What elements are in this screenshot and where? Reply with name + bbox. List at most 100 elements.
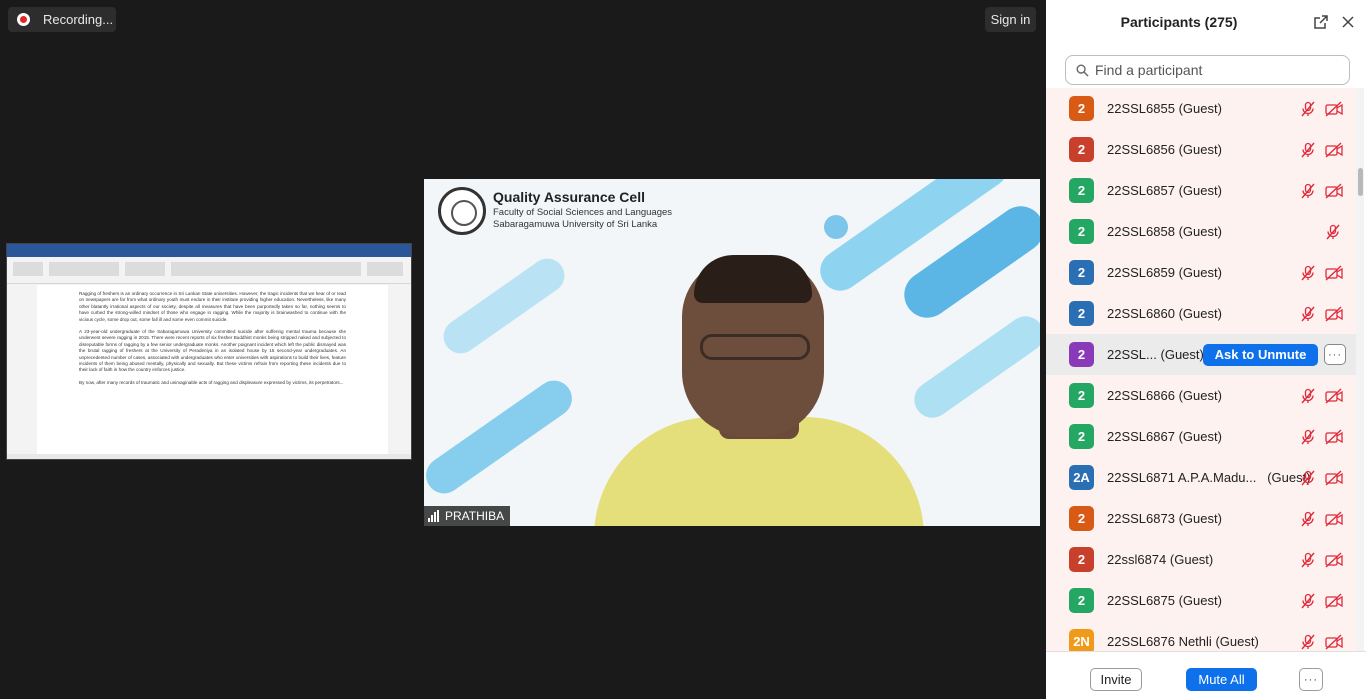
- participant-name-text: 22ssl6874: [1107, 552, 1167, 567]
- participant-name-text: 22SSL6858: [1107, 224, 1175, 239]
- participant-name: 22SSL6860 (Guest): [1107, 306, 1222, 321]
- participant-avatar: 2: [1069, 260, 1094, 285]
- record-icon: [17, 13, 30, 26]
- participant-name: 22SSL6873 (Guest): [1107, 511, 1222, 526]
- shared-screen-thumbnail[interactable]: Ragging of freshers is an ordinary occur…: [6, 243, 412, 460]
- panel-footer: Invite Mute All ···: [1046, 651, 1366, 699]
- participant-name-text: 22SSL...: [1107, 347, 1157, 362]
- participant-name: 22SSL6875 (Guest): [1107, 593, 1222, 608]
- participant-avatar: 2: [1069, 424, 1094, 449]
- participant-name-text: 22SSL6873: [1107, 511, 1175, 526]
- participant-avatar: 2: [1069, 342, 1094, 367]
- search-icon: [1076, 64, 1089, 77]
- more-options-button[interactable]: ···: [1299, 668, 1323, 691]
- muted-mic-icon: [1325, 224, 1341, 240]
- participant-row[interactable]: 2 22SSL6857 (Guest): [1046, 170, 1356, 211]
- muted-mic-icon: [1300, 306, 1316, 322]
- video-off-icon: [1325, 633, 1343, 650]
- participant-avatar: 2: [1069, 547, 1094, 572]
- background-shape: [907, 309, 1040, 425]
- participant-name: 22SSL... (Guest): [1107, 347, 1204, 362]
- participant-avatar: 2: [1069, 301, 1094, 326]
- muted-mic-icon: [1300, 511, 1316, 527]
- ask-to-unmute-button[interactable]: Ask to Unmute: [1203, 343, 1318, 366]
- muted-mic-icon: [1300, 183, 1316, 199]
- participant-avatar: 2: [1069, 96, 1094, 121]
- participant-avatar: 2: [1069, 178, 1094, 203]
- org-faculty: Faculty of Social Sciences and Languages: [493, 207, 673, 218]
- participant-avatar: 2A: [1069, 465, 1094, 490]
- guest-label: (Guest): [1215, 634, 1259, 649]
- video-off-icon: [1325, 592, 1343, 609]
- participant-row[interactable]: 2 22SSL6867 (Guest): [1046, 416, 1356, 457]
- pop-out-icon[interactable]: [1313, 14, 1329, 30]
- participant-name-text: 22SSL6856: [1107, 142, 1175, 157]
- participant-avatar: 2: [1069, 383, 1094, 408]
- participant-row[interactable]: 2 22SSL6859 (Guest): [1046, 252, 1356, 293]
- participant-row[interactable]: 2A 22SSL6871 A.P.A.Madu... (Guest): [1046, 457, 1356, 498]
- sign-in-button[interactable]: Sign in: [985, 7, 1036, 32]
- participant-row[interactable]: 2 22SSL6860 (Guest): [1046, 293, 1356, 334]
- participant-name-text: 22SSL6855: [1107, 101, 1175, 116]
- participant-name-text: 22SSL6860: [1107, 306, 1175, 321]
- guest-label: (Guest): [1178, 265, 1222, 280]
- participant-row[interactable]: 2 22SSL6858 (Guest): [1046, 211, 1356, 252]
- mute-all-button[interactable]: Mute All: [1186, 668, 1257, 691]
- muted-mic-icon: [1300, 142, 1316, 158]
- recording-indicator[interactable]: Recording...: [8, 7, 116, 32]
- panel-header: Participants (275): [1046, 0, 1366, 44]
- participant-list[interactable]: 2 22SSL6855 (Guest) 2 22SSL6856 (Guest) 2 22S…: [1046, 88, 1356, 651]
- participant-name-text: 22SSL6867: [1107, 429, 1175, 444]
- speaker-video-tile[interactable]: Quality Assurance Cell Faculty of Social…: [424, 179, 1040, 526]
- search-input[interactable]: [1095, 62, 1335, 78]
- participant-row[interactable]: 2 22SSL... (Guest) Ask to Unmute ···: [1046, 334, 1356, 375]
- guest-label: (Guest): [1178, 142, 1222, 157]
- video-off-icon: [1325, 141, 1343, 158]
- document-page: Ragging of freshers is an ordinary occur…: [37, 285, 388, 455]
- muted-mic-icon: [1300, 634, 1316, 650]
- participant-more-button[interactable]: ···: [1324, 344, 1346, 365]
- muted-mic-icon: [1300, 593, 1316, 609]
- video-off-icon: [1325, 387, 1343, 404]
- participant-row[interactable]: 2 22SSL6856 (Guest): [1046, 129, 1356, 170]
- participant-row[interactable]: 2 22SSL6866 (Guest): [1046, 375, 1356, 416]
- close-icon[interactable]: [1340, 14, 1356, 30]
- guest-label: (Guest): [1178, 593, 1222, 608]
- speaker-glasses: [700, 334, 810, 360]
- speaker-name: PRATHIBA: [445, 509, 505, 523]
- participant-name-text: 22SSL6875: [1107, 593, 1175, 608]
- participant-row[interactable]: 2 22SSL6855 (Guest): [1046, 88, 1356, 129]
- word-title-bar: [7, 244, 411, 252]
- participant-row[interactable]: 2 22ssl6874 (Guest): [1046, 539, 1356, 580]
- participant-avatar: 2: [1069, 588, 1094, 613]
- org-title: Quality Assurance Cell: [493, 189, 645, 205]
- participant-name: 22SSL6866 (Guest): [1107, 388, 1222, 403]
- muted-mic-icon: [1300, 388, 1316, 404]
- guest-label: (Guest): [1160, 347, 1204, 362]
- document-paragraph: Ragging of freshers is an ordinary occur…: [79, 291, 346, 322]
- participant-search[interactable]: [1065, 55, 1350, 85]
- participant-avatar: 2: [1069, 506, 1094, 531]
- muted-mic-icon: [1300, 265, 1316, 281]
- video-off-icon: [1325, 305, 1343, 322]
- participant-row[interactable]: 2 22SSL6873 (Guest): [1046, 498, 1356, 539]
- recording-label: Recording...: [43, 12, 114, 27]
- participant-name: 22SSL6871 A.P.A.Madu... (Guest): [1107, 470, 1311, 485]
- university-seal-logo: [438, 187, 486, 235]
- participant-name-text: 22SSL6859: [1107, 265, 1175, 280]
- invite-button[interactable]: Invite: [1090, 668, 1142, 691]
- participant-name-text: 22SSL6866: [1107, 388, 1175, 403]
- participant-row[interactable]: 2 22SSL6875 (Guest): [1046, 580, 1356, 621]
- signal-strength-icon: [428, 510, 439, 522]
- video-off-icon: [1325, 100, 1343, 117]
- scrollbar-thumb[interactable]: [1358, 168, 1363, 196]
- participant-avatar: 2N: [1069, 629, 1094, 651]
- speaker-hair: [694, 255, 812, 303]
- muted-mic-icon: [1300, 429, 1316, 445]
- participant-list-scrollbar[interactable]: [1356, 88, 1364, 651]
- participant-row[interactable]: 2N 22SSL6876 Nethli (Guest): [1046, 621, 1356, 651]
- participant-name: 22ssl6874 (Guest): [1107, 552, 1213, 567]
- muted-mic-icon: [1300, 101, 1316, 117]
- guest-label: (Guest): [1178, 306, 1222, 321]
- video-off-icon: [1325, 182, 1343, 199]
